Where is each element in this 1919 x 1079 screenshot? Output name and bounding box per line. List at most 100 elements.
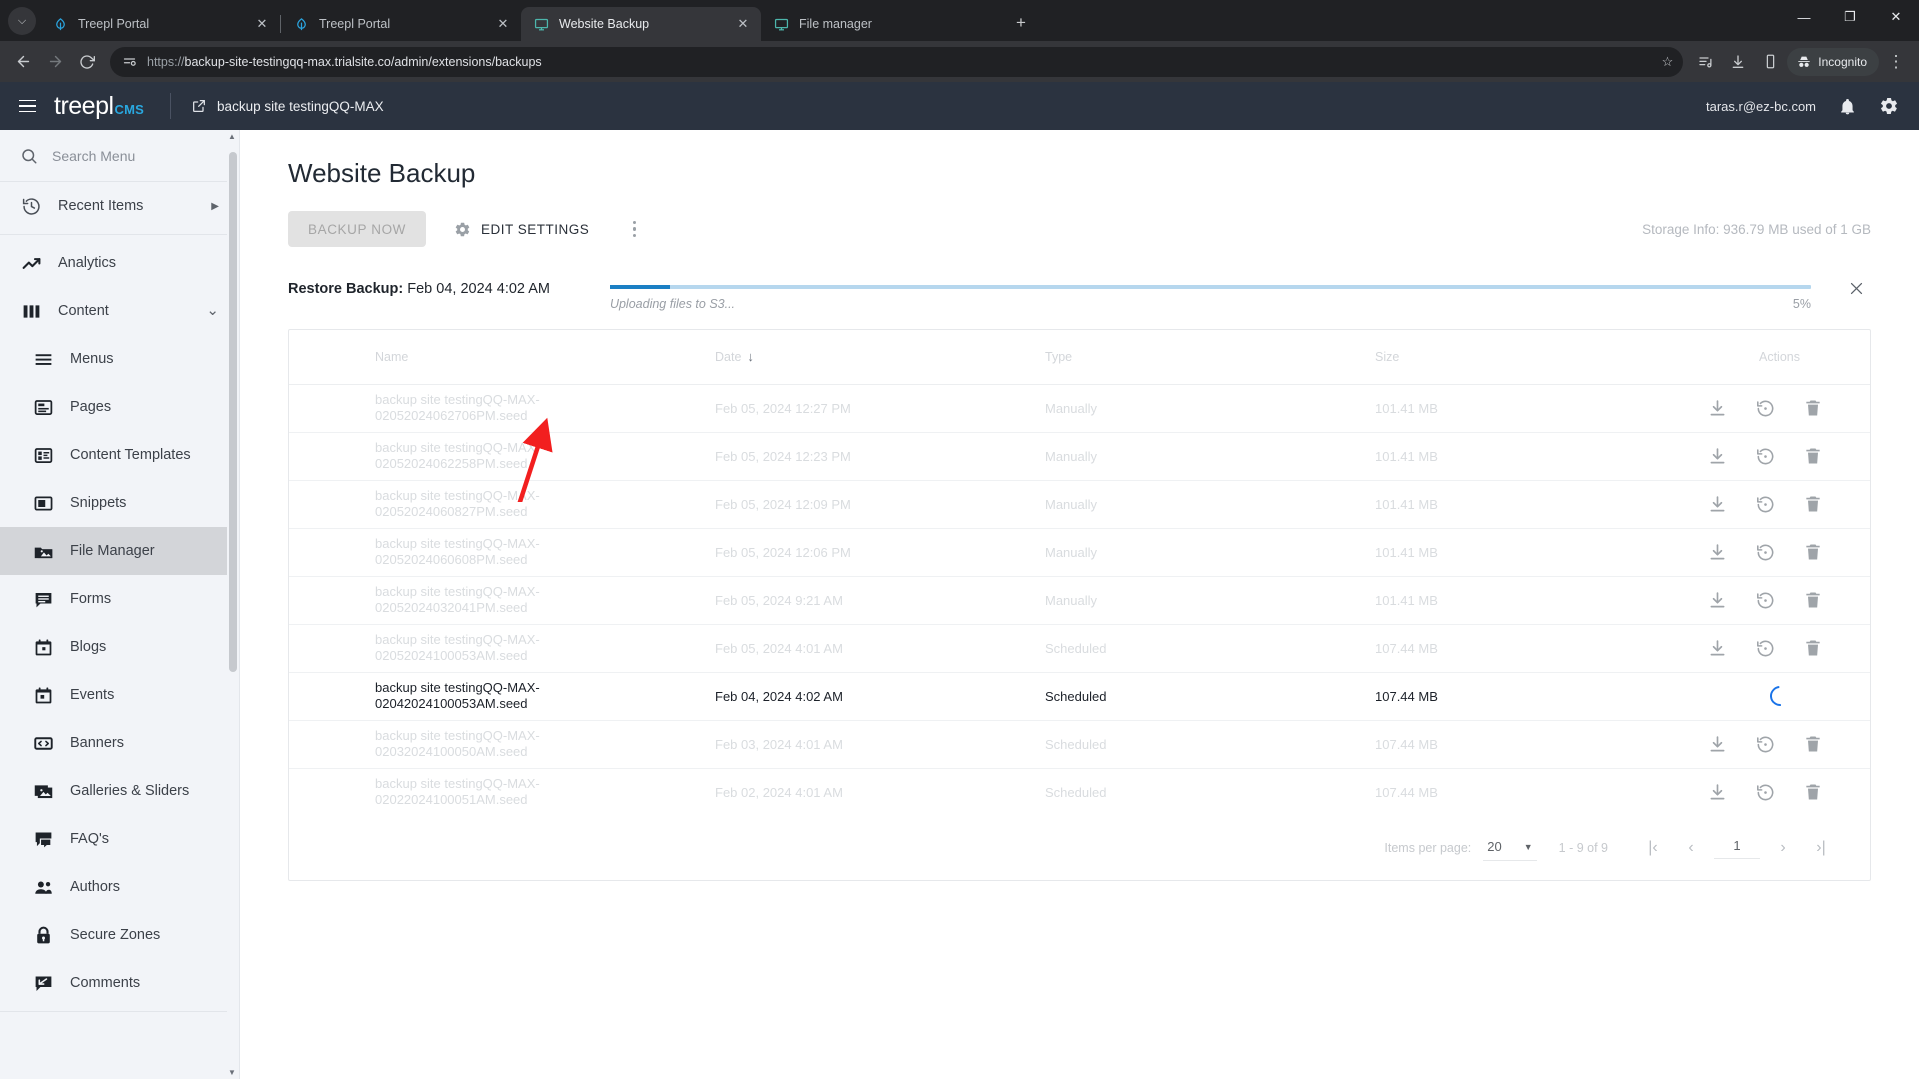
sidebar-item-file-manager[interactable]: File Manager	[0, 527, 239, 575]
row-select-cell[interactable]	[289, 624, 359, 673]
download-icon[interactable]	[1706, 637, 1728, 659]
sidebar-item-blogs[interactable]: Blogs	[0, 623, 239, 671]
sidebar-scrollbar[interactable]: ▲ ▼	[227, 130, 239, 1079]
row-select-cell[interactable]	[289, 480, 359, 529]
bookmark-star-icon[interactable]: ☆	[1662, 54, 1674, 70]
browser-tab[interactable]: Treepl Portal ✕	[40, 7, 280, 41]
table-row[interactable]: backup site testingQQ-MAX-02052024060827…	[289, 480, 1870, 529]
restore-icon[interactable]	[1754, 589, 1776, 611]
first-page-button[interactable]: |‹	[1634, 829, 1672, 867]
site-info-icon[interactable]	[122, 54, 137, 69]
row-select-cell[interactable]	[289, 528, 359, 577]
backup-now-button[interactable]: BACKUP NOW	[288, 211, 427, 247]
device-toggle-icon[interactable]	[1755, 47, 1785, 77]
window-maximize-button[interactable]: ❐	[1827, 0, 1873, 34]
table-row[interactable]: backup site testingQQ-MAX-02022024100051…	[289, 768, 1870, 816]
incognito-indicator[interactable]: Incognito	[1787, 47, 1879, 76]
sidebar-item-content-templates[interactable]: Content Templates	[0, 431, 239, 479]
delete-icon[interactable]	[1802, 589, 1824, 611]
new-tab-button[interactable]: +	[1007, 9, 1035, 37]
table-row[interactable]: backup site testingQQ-MAX-02052024062258…	[289, 432, 1870, 481]
scroll-up-arrow-icon[interactable]: ▲	[226, 132, 238, 141]
tab-close-icon[interactable]: ✕	[252, 14, 272, 34]
tab-close-icon[interactable]: ✕	[493, 14, 513, 34]
row-select-cell[interactable]	[289, 720, 359, 769]
download-icon[interactable]	[1706, 397, 1728, 419]
search-menu-field[interactable]: Search Menu	[0, 130, 239, 182]
row-select-cell[interactable]	[289, 576, 359, 625]
table-row[interactable]: backup site testingQQ-MAX-02042024100053…	[289, 672, 1870, 721]
row-select-cell[interactable]	[289, 672, 359, 721]
downloads-icon[interactable]	[1723, 47, 1753, 77]
previous-page-button[interactable]: ‹	[1672, 829, 1710, 867]
sidebar-item-comments[interactable]: Comments	[0, 959, 239, 1007]
sidebar-item-recent-items[interactable]: Recent Items ▶	[0, 182, 239, 230]
sidebar-item-pages[interactable]: Pages	[0, 383, 239, 431]
more-options-button[interactable]	[617, 212, 651, 246]
window-close-button[interactable]: ✕	[1873, 0, 1919, 34]
restore-icon[interactable]	[1754, 541, 1776, 563]
last-page-button[interactable]: ›|	[1802, 829, 1840, 867]
download-icon[interactable]	[1706, 781, 1728, 803]
table-row[interactable]: backup site testingQQ-MAX-02052024100053…	[289, 624, 1870, 673]
row-select-cell[interactable]	[289, 768, 359, 816]
back-button[interactable]	[8, 47, 38, 77]
sidebar-item-snippets[interactable]: Snippets	[0, 479, 239, 527]
restore-icon[interactable]	[1754, 445, 1776, 467]
window-minimize-button[interactable]: —	[1781, 0, 1827, 34]
items-per-page-select[interactable]: 20 ▼	[1483, 835, 1537, 861]
column-header-date[interactable]: Date ↓	[699, 330, 1029, 385]
notifications-bell-icon[interactable]	[1838, 97, 1857, 116]
sidebar-item-events[interactable]: Events	[0, 671, 239, 719]
delete-icon[interactable]	[1802, 445, 1824, 467]
sidebar-item-forms[interactable]: Forms	[0, 575, 239, 623]
next-page-button[interactable]: ›	[1764, 829, 1802, 867]
delete-icon[interactable]	[1802, 493, 1824, 515]
reload-button[interactable]	[72, 47, 102, 77]
restore-icon[interactable]	[1754, 493, 1776, 515]
scroll-down-arrow-icon[interactable]: ▼	[226, 1068, 238, 1077]
delete-icon[interactable]	[1802, 397, 1824, 419]
forward-button[interactable]	[40, 47, 70, 77]
reading-list-icon[interactable]	[1691, 47, 1721, 77]
sidebar-item-analytics[interactable]: Analytics	[0, 239, 239, 287]
restore-icon[interactable]	[1754, 637, 1776, 659]
user-email[interactable]: taras.r@ez-bc.com	[1706, 99, 1816, 114]
sidebar-item-faq-s[interactable]: FAQ's	[0, 815, 239, 863]
delete-icon[interactable]	[1802, 541, 1824, 563]
table-row[interactable]: backup site testingQQ-MAX-02032024100050…	[289, 720, 1870, 769]
tab-close-icon[interactable]: ✕	[733, 14, 753, 34]
site-link[interactable]: backup site testingQQ-MAX	[191, 98, 384, 114]
sidebar-item-authors[interactable]: Authors	[0, 863, 239, 911]
delete-icon[interactable]	[1802, 637, 1824, 659]
restore-icon[interactable]	[1754, 733, 1776, 755]
restore-icon[interactable]	[1754, 781, 1776, 803]
download-icon[interactable]	[1706, 541, 1728, 563]
browser-menu-button[interactable]: ⋮	[1881, 47, 1911, 77]
sidebar-item-secure-zones[interactable]: Secure Zones	[0, 911, 239, 959]
tab-search-button[interactable]: ⌵	[8, 7, 36, 35]
download-icon[interactable]	[1706, 445, 1728, 467]
row-select-cell[interactable]	[289, 432, 359, 481]
row-select-cell[interactable]	[289, 384, 359, 433]
sidebar-item-banners[interactable]: Banners	[0, 719, 239, 767]
table-row[interactable]: backup site testingQQ-MAX-02052024062706…	[289, 384, 1870, 433]
column-header-name[interactable]: Name	[359, 330, 699, 385]
column-header-size[interactable]: Size	[1359, 330, 1689, 385]
download-icon[interactable]	[1706, 589, 1728, 611]
sidebar-item-menus[interactable]: Menus	[0, 335, 239, 383]
browser-tab[interactable]: File manager	[761, 7, 1001, 41]
edit-settings-button[interactable]: EDIT SETTINGS	[442, 211, 601, 247]
page-number-input[interactable]: 1	[1714, 838, 1760, 859]
column-header-type[interactable]: Type	[1029, 330, 1359, 385]
close-progress-button[interactable]	[1841, 273, 1871, 303]
table-row[interactable]: backup site testingQQ-MAX-02052024060608…	[289, 528, 1870, 577]
delete-icon[interactable]	[1802, 733, 1824, 755]
address-bar[interactable]: https://backup-site-testingqq-max.trials…	[110, 46, 1684, 77]
sidebar-item-galleries-sliders[interactable]: Galleries & Sliders	[0, 767, 239, 815]
browser-tab[interactable]: Treepl Portal ✕	[281, 7, 521, 41]
download-icon[interactable]	[1706, 733, 1728, 755]
settings-gear-icon[interactable]	[1879, 96, 1899, 116]
table-row[interactable]: backup site testingQQ-MAX-02052024032041…	[289, 576, 1870, 625]
delete-icon[interactable]	[1802, 781, 1824, 803]
